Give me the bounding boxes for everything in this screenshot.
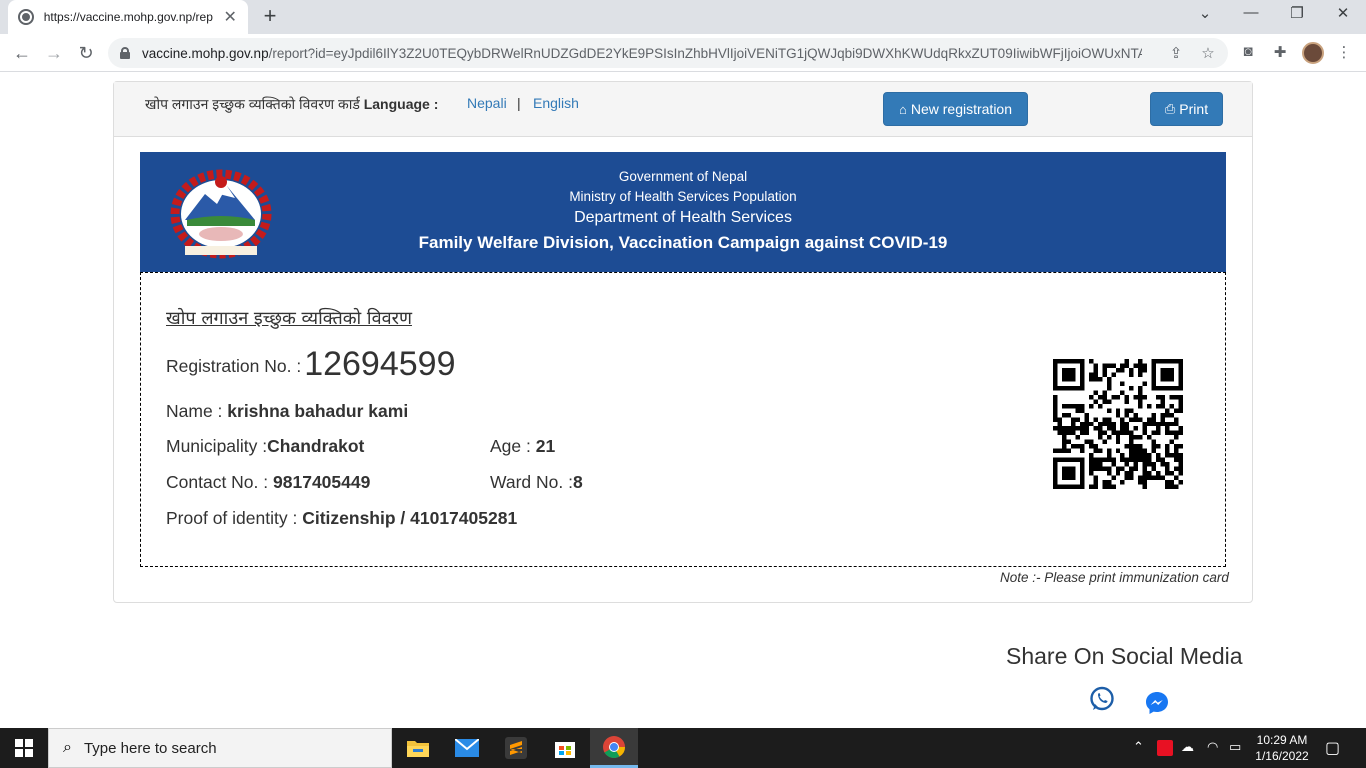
lock-icon[interactable] xyxy=(120,47,130,59)
ward-row: Ward No. :8 xyxy=(490,472,583,492)
reload-icon[interactable]: ↻ xyxy=(74,41,98,65)
windows-logo-icon xyxy=(15,739,33,757)
lang-separator: | xyxy=(517,95,521,111)
registration-number: 12694599 xyxy=(304,345,456,383)
new-registration-button[interactable]: ⌂ New registration xyxy=(883,92,1028,126)
windows-taskbar: ⌕ Type here to search ⌃ ☁ ◠ ▭ 10:29 AM 1… xyxy=(0,728,1366,768)
address-bar[interactable]: vaccine.mohp.gov.np/report?id=eyJpdil6Il… xyxy=(108,38,1228,68)
tab-title: https://vaccine.mohp.gov.np/rep xyxy=(43,10,213,24)
panel-header: खोप लगाउन इच्छुक व्यक्तिको विवरण कार्ड L… xyxy=(114,82,1252,137)
print-button[interactable]: ⎙ Print xyxy=(1150,92,1223,126)
banner-department: Department of Health Services xyxy=(574,209,792,226)
ward-value: 8 xyxy=(572,472,583,492)
share-title: Share On Social Media xyxy=(1006,643,1243,669)
battery-icon[interactable]: ▭ xyxy=(1229,739,1241,755)
card-title: खोप लगाउन इच्छुक व्यक्तिको विवरण कार्ड L… xyxy=(145,96,439,112)
notification-icon[interactable]: ▢ xyxy=(1325,738,1340,758)
contact-row: Contact No. : 9817405449 xyxy=(166,472,371,492)
card-subtitle: खोप लगाउन इच्छुक व्यक्तिको विवरण xyxy=(166,308,412,329)
municipality-value: Chandrakot xyxy=(267,436,365,456)
browser-tab[interactable]: https://vaccine.mohp.gov.np/rep ✕ xyxy=(8,0,248,34)
tray-app-icon[interactable] xyxy=(1157,740,1173,756)
qr-code xyxy=(1053,359,1183,489)
proof-value: Citizenship / 41017405281 xyxy=(302,508,518,528)
share-icon[interactable]: ⇪ xyxy=(1166,44,1186,62)
extensions-icon[interactable]: ✚ xyxy=(1270,43,1290,63)
microsoft-store-icon[interactable] xyxy=(541,728,589,768)
browser-toolbar: ← → ↻ vaccine.mohp.gov.np/report?id=eyJp… xyxy=(0,34,1366,72)
age-row: Age : 21 xyxy=(490,436,556,456)
banner-ministry: Ministry of Health Services Population xyxy=(569,189,797,204)
proof-row: Proof of identity : Citizenship / 410174… xyxy=(166,508,518,528)
forward-arrow-icon[interactable]: → xyxy=(42,41,66,65)
tab-search-chevron-icon[interactable]: ⌄ xyxy=(1182,4,1228,22)
search-placeholder: Type here to search xyxy=(83,739,217,757)
search-icon: ⌕ xyxy=(63,739,72,756)
whatsapp-icon[interactable] xyxy=(1089,686,1115,712)
bookmark-star-icon[interactable]: ☆ xyxy=(1198,44,1218,62)
registration-card: खोप लगाउन इच्छुक व्यक्तिको विवरण Registr… xyxy=(140,272,1226,567)
close-window-button[interactable]: ✕ xyxy=(1320,4,1366,22)
name-row: Name : krishna bahadur kami xyxy=(166,401,409,421)
restore-button[interactable]: ❐ xyxy=(1274,4,1320,22)
name-value: krishna bahadur kami xyxy=(227,401,409,421)
browser-tabstrip: https://vaccine.mohp.gov.np/rep ✕ + ⌄ — … xyxy=(0,0,1366,34)
camera-icon[interactable]: ◙ xyxy=(1238,43,1258,63)
url-text[interactable]: vaccine.mohp.gov.np/report?id=eyJpdil6Il… xyxy=(142,46,1142,61)
age-value: 21 xyxy=(535,436,556,456)
contact-value: 9817405449 xyxy=(273,472,371,492)
profile-avatar[interactable] xyxy=(1302,42,1324,64)
tray-chevron-icon[interactable]: ⌃ xyxy=(1133,739,1144,755)
onedrive-icon[interactable]: ☁ xyxy=(1181,739,1194,755)
back-arrow-icon[interactable]: ← xyxy=(10,41,34,65)
printer-icon: ⎙ xyxy=(1164,101,1176,116)
system-clock[interactable]: 10:29 AM 1/16/2022 xyxy=(1252,732,1312,764)
wifi-icon[interactable]: ◠ xyxy=(1207,739,1218,755)
messenger-icon[interactable] xyxy=(1144,690,1170,716)
globe-icon xyxy=(18,9,34,25)
municipality-row: Municipality :Chandrakot xyxy=(166,436,365,456)
taskbar-search[interactable]: ⌕ Type here to search xyxy=(48,728,392,768)
banner-division: Family Welfare Division, Vaccination Cam… xyxy=(418,233,948,252)
start-button[interactable] xyxy=(0,728,48,768)
menu-kebab-icon[interactable]: ⋮ xyxy=(1334,43,1354,63)
new-tab-button[interactable]: + xyxy=(258,5,282,29)
chrome-taskbar-icon[interactable] xyxy=(590,728,638,768)
tab-close-icon[interactable]: ✕ xyxy=(222,7,238,27)
banner-government: Government of Nepal xyxy=(618,169,748,184)
gov-banner: Government of Nepal Ministry of Health S… xyxy=(140,152,1226,272)
registration-row: Registration No. :12694599 xyxy=(166,345,456,383)
lang-nepali-link[interactable]: Nepali xyxy=(467,95,507,111)
minimize-button[interactable]: — xyxy=(1228,4,1274,21)
lang-english-link[interactable]: English xyxy=(533,95,579,111)
mail-icon[interactable] xyxy=(443,728,491,768)
sublime-text-icon[interactable] xyxy=(492,728,540,768)
home-icon: ⌂ xyxy=(898,101,907,117)
print-note: Note :- Please print immunization card xyxy=(1000,570,1229,585)
file-explorer-icon[interactable] xyxy=(394,728,442,768)
